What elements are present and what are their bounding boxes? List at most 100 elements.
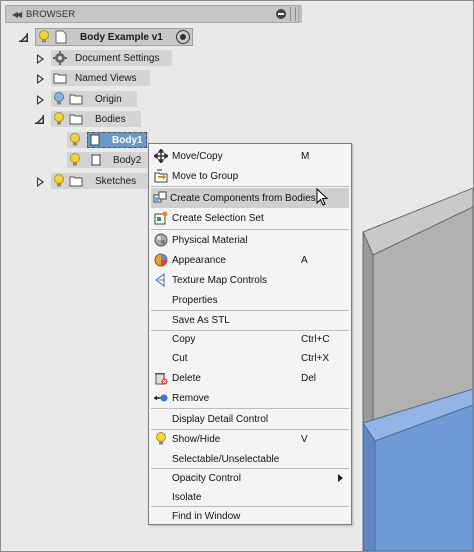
tree-node-named-views[interactable]: Named Views: [51, 70, 150, 86]
bulb-icon[interactable]: [36, 29, 52, 45]
menu-item-label: Create Components from Bodies: [170, 192, 316, 204]
bulb-icon[interactable]: [67, 152, 83, 168]
menu-item-display-detail[interactable]: Display Detail Control: [151, 409, 349, 429]
browser-resize-handle[interactable]: [299, 5, 302, 23]
tree-node-sketches[interactable]: Sketches: [51, 173, 152, 189]
appearance-icon: [153, 252, 169, 268]
menu-icon-placeholder: [153, 350, 169, 366]
document-icon: [52, 29, 70, 45]
menu-icon-placeholder: [153, 292, 169, 308]
menu-item-label: Properties: [172, 294, 218, 306]
remove-icon: [153, 390, 169, 406]
folder-icon: [67, 91, 85, 107]
menu-item-opacity-control[interactable]: Opacity Control: [151, 468, 349, 488]
body-icon: [87, 152, 105, 168]
folder-icon: [67, 173, 85, 189]
menu-item-label: Move/Copy: [172, 150, 223, 162]
tree-node-label: Body2: [113, 154, 142, 166]
expand-document-settings-icon[interactable]: [37, 54, 44, 64]
menu-item-create-selection-set[interactable]: Create Selection Set: [151, 208, 349, 228]
menu-item-physical-material[interactable]: Physical Material: [151, 230, 349, 250]
selection-set-icon: [153, 210, 169, 226]
body1-selection[interactable]: Body1: [87, 132, 147, 148]
menu-item-cut[interactable]: Cut Ctrl+X: [151, 348, 349, 368]
menu-item-shortcut: V: [301, 433, 308, 445]
create-components-icon: [153, 190, 167, 206]
menu-item-shortcut: Del: [301, 372, 317, 384]
bulb-icon[interactable]: [51, 173, 67, 189]
mouse-cursor-icon: [316, 187, 328, 209]
menu-item-label: Copy: [172, 333, 196, 345]
menu-item-move-copy[interactable]: Move/Copy M: [151, 146, 349, 166]
browser-header: ◀◀ BROWSER: [5, 5, 299, 23]
menu-item-label: Remove: [172, 392, 210, 404]
expand-sketches-icon[interactable]: [37, 177, 44, 187]
browser-title: BROWSER: [26, 8, 76, 20]
menu-item-isolate[interactable]: Isolate: [151, 487, 349, 507]
menu-item-label: Opacity Control: [172, 472, 241, 484]
collapse-browser-icon[interactable]: ◀◀: [6, 10, 26, 19]
bulb-icon[interactable]: [51, 111, 67, 127]
tree-node-document-settings[interactable]: Document Settings: [51, 50, 172, 66]
expand-origin-icon[interactable]: [37, 95, 44, 105]
context-menu: Move/Copy M Move to Group Create Compone…: [148, 143, 352, 525]
minimize-browser-icon[interactable]: [276, 9, 286, 19]
gear-icon: [51, 50, 69, 66]
delete-icon: [153, 370, 169, 386]
tree-node-label: Named Views: [75, 72, 137, 84]
menu-item-label: Selectable/Unselectable: [172, 453, 280, 465]
folder-icon: [51, 70, 69, 86]
menu-item-label: Cut: [172, 352, 188, 364]
menu-item-label: Find in Window: [172, 510, 241, 522]
bulb-icon: [153, 431, 169, 447]
menu-item-label: Texture Map Controls: [172, 274, 268, 286]
physical-material-icon: [153, 232, 169, 248]
menu-item-appearance[interactable]: Appearance A: [151, 250, 349, 270]
menu-item-texture-map[interactable]: Texture Map Controls: [151, 270, 349, 290]
menu-item-remove[interactable]: Remove: [151, 388, 349, 408]
menu-item-shortcut: Ctrl+X: [301, 352, 330, 364]
menu-item-create-components[interactable]: Create Components from Bodies: [151, 187, 349, 209]
expand-named-views-icon[interactable]: [37, 74, 44, 84]
menu-item-label: Isolate: [172, 491, 202, 503]
menu-item-label: Create Selection Set: [172, 212, 264, 224]
activate-icon[interactable]: [176, 30, 190, 44]
menu-item-find-in-window[interactable]: Find in Window: [151, 506, 349, 526]
menu-item-selectable[interactable]: Selectable/Unselectable: [151, 449, 349, 469]
expand-root-icon[interactable]: [19, 33, 28, 42]
tree-root[interactable]: Body Example v1: [35, 28, 193, 46]
browser-grip-icon[interactable]: [290, 7, 296, 21]
texture-map-icon: [153, 272, 169, 288]
tree-node-origin[interactable]: Origin: [51, 91, 137, 107]
menu-icon-placeholder: [153, 331, 169, 347]
body-icon: [88, 132, 102, 148]
menu-item-move-to-group[interactable]: Move to Group: [151, 166, 349, 186]
menu-icon-placeholder: [153, 411, 169, 427]
move-to-group-icon: [153, 168, 169, 184]
menu-icon-placeholder: [153, 312, 169, 328]
menu-item-delete[interactable]: Delete Del: [151, 368, 349, 388]
submenu-arrow-icon: [338, 474, 343, 482]
menu-item-label: Show/Hide: [172, 433, 221, 445]
menu-item-show-hide[interactable]: Show/Hide V: [151, 429, 349, 449]
menu-item-shortcut: A: [301, 254, 308, 266]
move-icon: [153, 148, 169, 164]
folder-icon: [67, 111, 85, 127]
menu-icon-placeholder: [153, 470, 169, 486]
menu-item-properties[interactable]: Properties: [151, 290, 349, 310]
bulb-icon[interactable]: [51, 91, 67, 107]
tree-node-label: Body1: [112, 134, 143, 146]
bulb-icon[interactable]: [67, 132, 83, 148]
tree-node-body1[interactable]: Body1: [67, 132, 149, 148]
menu-item-label: Physical Material: [172, 234, 248, 246]
tree-node-body2[interactable]: Body2: [67, 152, 149, 168]
app-frame: ◀◀ BROWSER Body Example v1 Document Sett…: [0, 0, 474, 552]
menu-item-label: Appearance: [172, 254, 226, 266]
tree-node-bodies[interactable]: Bodies: [51, 111, 141, 127]
tree-node-label: Document Settings: [75, 52, 160, 64]
blue-body-front: [362, 421, 376, 551]
menu-icon-placeholder: [153, 508, 169, 524]
menu-item-copy[interactable]: Copy Ctrl+C: [151, 329, 349, 349]
expand-bodies-icon[interactable]: [35, 115, 44, 124]
menu-item-save-as-stl[interactable]: Save As STL: [151, 310, 349, 330]
